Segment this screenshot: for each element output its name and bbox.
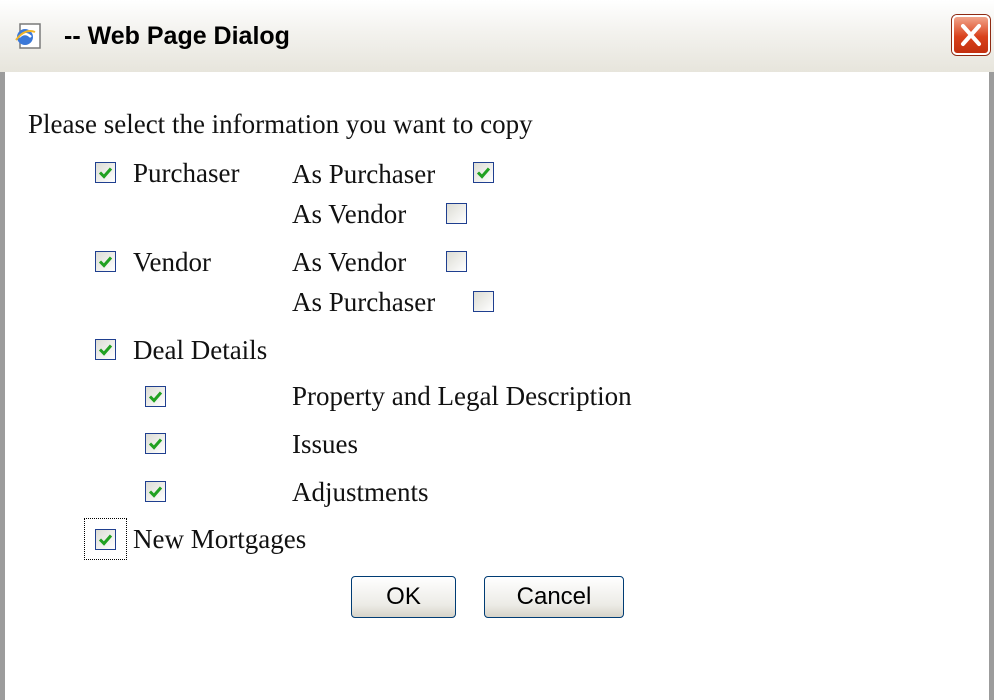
check-icon <box>148 391 163 403</box>
purchaser-as-purchaser-checkbox[interactable] <box>473 162 494 183</box>
check-icon <box>476 167 491 179</box>
vendor-as-purchaser-label: As Purchaser <box>292 287 436 317</box>
property-legal-checkbox[interactable] <box>145 386 166 407</box>
issues-checkbox[interactable] <box>145 433 166 454</box>
vendor-label: Vendor <box>133 247 211 277</box>
dialog-prompt: Please select the information you want t… <box>28 109 533 139</box>
check-icon <box>98 256 113 268</box>
title-bar: -- Web Page Dialog <box>0 0 994 73</box>
purchaser-as-vendor-checkbox[interactable] <box>446 203 467 224</box>
purchaser-checkbox[interactable] <box>95 162 116 183</box>
close-icon <box>961 24 981 46</box>
check-icon <box>98 167 113 179</box>
vendor-as-vendor-label: As Vendor <box>292 247 407 277</box>
vendor-as-vendor-checkbox[interactable] <box>446 251 467 272</box>
issues-label: Issues <box>292 429 358 459</box>
adjustments-checkbox[interactable] <box>145 481 166 502</box>
purchaser-as-vendor-label: As Vendor <box>292 199 407 229</box>
window-title: -- Web Page Dialog <box>64 22 290 50</box>
close-button[interactable] <box>952 15 990 55</box>
deal-details-checkbox[interactable] <box>95 339 116 360</box>
new-mortgages-label: New Mortgages <box>133 524 307 554</box>
check-icon <box>148 438 163 450</box>
new-mortgages-checkbox[interactable] <box>95 529 116 550</box>
vendor-checkbox[interactable] <box>95 251 116 272</box>
purchaser-as-purchaser-label: As Purchaser <box>292 159 436 189</box>
vendor-as-purchaser-checkbox[interactable] <box>473 291 494 312</box>
adjustments-label: Adjustments <box>292 477 429 507</box>
purchaser-label: Purchaser <box>133 158 240 188</box>
check-icon <box>148 486 163 498</box>
check-icon <box>98 344 113 356</box>
property-legal-label: Property and Legal Description <box>292 381 632 411</box>
ie-page-icon <box>14 22 44 50</box>
check-icon <box>98 534 113 546</box>
ok-button[interactable]: OK <box>351 576 456 618</box>
cancel-button[interactable]: Cancel <box>484 576 624 618</box>
deal-details-label: Deal Details <box>133 335 268 365</box>
